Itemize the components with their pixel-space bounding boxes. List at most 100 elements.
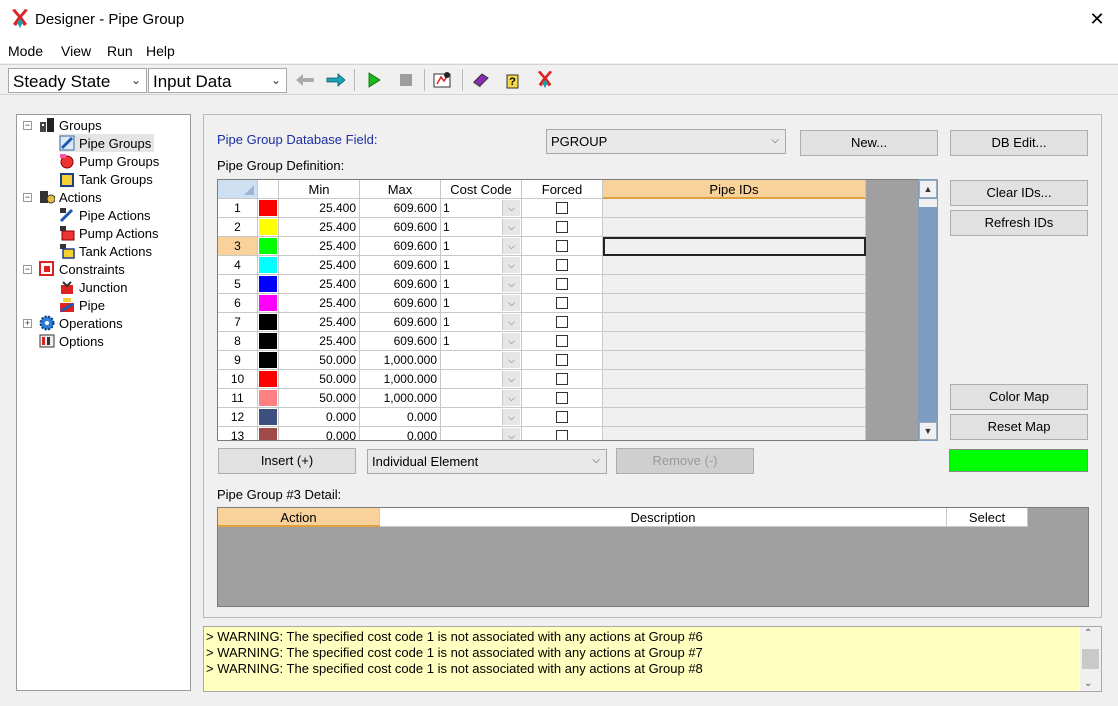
- chevron-down-icon[interactable]: ⌵: [502, 295, 520, 311]
- designer-graph-icon[interactable]: [431, 68, 455, 92]
- min-cell[interactable]: 0.000: [279, 408, 360, 427]
- pipe-ids-cell[interactable]: [603, 313, 866, 332]
- cost-code-cell[interactable]: ⌵: [441, 408, 522, 427]
- cost-code-cell[interactable]: 1 ⌵: [441, 199, 522, 218]
- tree-item-pump-groups[interactable]: Pump Groups: [59, 152, 159, 170]
- chevron-down-icon[interactable]: ⌵: [502, 352, 520, 368]
- element-mode-select[interactable]: Individual Element ⌵: [367, 449, 607, 474]
- scroll-up-icon[interactable]: ⌃: [1084, 628, 1092, 639]
- forced-cell[interactable]: [522, 294, 603, 313]
- cost-code-cell[interactable]: 1 ⌵: [441, 313, 522, 332]
- log-scrollbar[interactable]: ⌃ ⌄: [1080, 627, 1101, 691]
- chevron-down-icon[interactable]: ⌵: [502, 409, 520, 425]
- forced-checkbox[interactable]: [556, 278, 568, 290]
- max-cell[interactable]: 609.600: [360, 313, 441, 332]
- forced-cell[interactable]: [522, 256, 603, 275]
- pipe-ids-cell[interactable]: [603, 256, 866, 275]
- scroll-up-icon[interactable]: ▲: [919, 180, 937, 198]
- insert-button[interactable]: Insert (+): [218, 448, 356, 474]
- menu-help[interactable]: Help: [146, 43, 175, 59]
- close-button[interactable]: ✕: [1084, 6, 1110, 32]
- max-cell[interactable]: 1,000.000: [360, 351, 441, 370]
- grid-scrollbar[interactable]: ▲ ▼: [918, 179, 938, 441]
- tree-item-junction[interactable]: Junction: [59, 278, 127, 296]
- detail-header-action[interactable]: Action: [218, 508, 380, 527]
- row-color-cell[interactable]: [258, 427, 279, 440]
- chevron-down-icon[interactable]: ⌵: [502, 333, 520, 349]
- min-cell[interactable]: 25.400: [279, 294, 360, 313]
- forced-cell[interactable]: [522, 389, 603, 408]
- cost-code-cell[interactable]: ⌵: [441, 427, 522, 440]
- forced-checkbox[interactable]: [556, 411, 568, 423]
- forced-cell[interactable]: [522, 332, 603, 351]
- row-color-cell[interactable]: [258, 294, 279, 313]
- row-header[interactable]: 5: [218, 275, 258, 294]
- max-cell[interactable]: 609.600: [360, 275, 441, 294]
- row-header[interactable]: 9: [218, 351, 258, 370]
- row-header[interactable]: 4: [218, 256, 258, 275]
- tree-item-pipe[interactable]: Pipe: [59, 296, 105, 314]
- row-color-cell[interactable]: [258, 275, 279, 294]
- forced-checkbox[interactable]: [556, 297, 568, 309]
- pipe-ids-cell[interactable]: [603, 389, 866, 408]
- chevron-down-icon[interactable]: ⌵: [502, 428, 520, 440]
- view-select[interactable]: Input Data ⌄: [148, 68, 287, 93]
- forced-cell[interactable]: [522, 218, 603, 237]
- tree-item-tank-groups[interactable]: Tank Groups: [59, 170, 153, 188]
- row-color-cell[interactable]: [258, 408, 279, 427]
- cost-code-cell[interactable]: 1 ⌵: [441, 275, 522, 294]
- cost-code-cell[interactable]: ⌵: [441, 370, 522, 389]
- tree-item-operations[interactable]: Operations: [39, 314, 123, 332]
- column-header-min[interactable]: Min: [279, 180, 360, 199]
- designer-icon[interactable]: [533, 68, 557, 92]
- min-cell[interactable]: 25.400: [279, 237, 360, 256]
- min-cell[interactable]: 0.000: [279, 427, 360, 440]
- forced-checkbox[interactable]: [556, 316, 568, 328]
- row-header[interactable]: 8: [218, 332, 258, 351]
- help-icon[interactable]: ?: [501, 68, 525, 92]
- chevron-down-icon[interactable]: ⌵: [502, 200, 520, 216]
- min-cell[interactable]: 25.400: [279, 275, 360, 294]
- grid-corner[interactable]: [218, 180, 258, 199]
- row-header[interactable]: 11: [218, 389, 258, 408]
- menu-mode[interactable]: Mode: [8, 43, 43, 59]
- pipe-ids-cell[interactable]: [603, 332, 866, 351]
- max-cell[interactable]: 1,000.000: [360, 370, 441, 389]
- column-header-forced[interactable]: Forced: [522, 180, 603, 199]
- collapse-toggle[interactable]: −: [23, 193, 32, 202]
- forced-checkbox[interactable]: [556, 202, 568, 214]
- scroll-down-icon[interactable]: ⌄: [1084, 678, 1092, 689]
- forced-cell[interactable]: [522, 427, 603, 440]
- pipe-ids-cell[interactable]: [603, 218, 866, 237]
- max-cell[interactable]: 609.600: [360, 199, 441, 218]
- min-cell[interactable]: 50.000: [279, 351, 360, 370]
- db-field-select[interactable]: PGROUP ⌵: [546, 129, 786, 154]
- chevron-down-icon[interactable]: ⌵: [502, 257, 520, 273]
- row-color-cell[interactable]: [258, 256, 279, 275]
- row-header[interactable]: 7: [218, 313, 258, 332]
- warning-log[interactable]: > WARNING: The specified cost code 1 is …: [203, 626, 1102, 692]
- mode-select[interactable]: Steady State ⌄: [8, 68, 147, 93]
- chevron-down-icon[interactable]: ⌵: [502, 390, 520, 406]
- forced-cell[interactable]: [522, 313, 603, 332]
- pipe-ids-cell[interactable]: [603, 370, 866, 389]
- chevron-down-icon[interactable]: ⌵: [502, 276, 520, 292]
- forced-cell[interactable]: [522, 408, 603, 427]
- pipe-ids-cell[interactable]: [603, 199, 866, 218]
- row-color-cell[interactable]: [258, 370, 279, 389]
- collapse-toggle[interactable]: −: [23, 265, 32, 274]
- row-header[interactable]: 1: [218, 199, 258, 218]
- row-color-cell[interactable]: [258, 237, 279, 256]
- scroll-thumb[interactable]: [919, 199, 937, 207]
- db-edit-button[interactable]: DB Edit...: [950, 130, 1088, 156]
- forward-arrow-icon[interactable]: [324, 68, 348, 92]
- color-map-button[interactable]: Color Map: [950, 384, 1088, 410]
- max-cell[interactable]: 0.000: [360, 427, 441, 440]
- chevron-down-icon[interactable]: ⌵: [502, 314, 520, 330]
- max-cell[interactable]: 609.600: [360, 256, 441, 275]
- row-color-cell[interactable]: [258, 313, 279, 332]
- tree-item-constraints[interactable]: Constraints: [39, 260, 125, 278]
- forced-cell[interactable]: [522, 199, 603, 218]
- chevron-down-icon[interactable]: ⌵: [502, 371, 520, 387]
- forced-checkbox[interactable]: [556, 221, 568, 233]
